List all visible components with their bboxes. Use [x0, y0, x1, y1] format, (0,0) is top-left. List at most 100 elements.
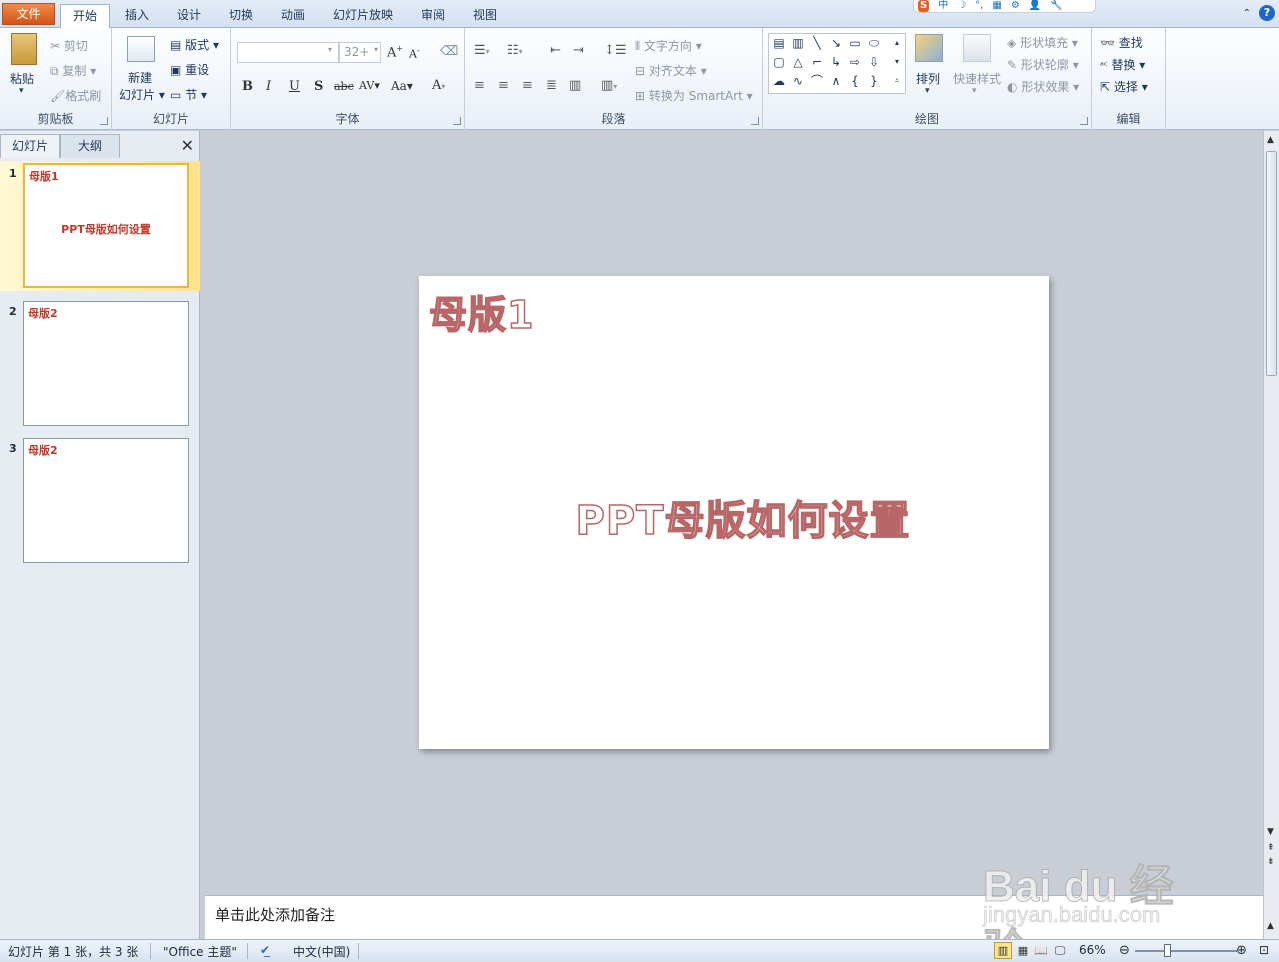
shape-fill-button[interactable]: ◈ 形状填充 ▾	[1007, 34, 1078, 51]
curve-shape-icon[interactable]: ∿	[790, 74, 806, 88]
user-icon[interactable]: 👤	[1029, 0, 1041, 12]
slide-thumbnail-2[interactable]: 2 母版2	[0, 299, 200, 429]
arrange-button[interactable]: 排列	[916, 70, 940, 87]
paste-button[interactable]: 粘贴	[10, 70, 34, 87]
shrink-font-icon[interactable]: A-	[409, 46, 420, 61]
change-case-button[interactable]: Aa▾	[391, 79, 413, 93]
thumbnail-image[interactable]: 母版1 PPT母版如何设置	[23, 163, 189, 288]
convert-smartart-button[interactable]: ⊞ 转换为 SmartArt ▾	[635, 87, 753, 104]
notes-placeholder[interactable]: 单击此处添加备注	[215, 904, 335, 925]
strikethrough-button[interactable]: abc	[334, 80, 354, 93]
elbow-arrow-shape-icon[interactable]: ↳	[828, 55, 844, 69]
elbow-connector-shape-icon[interactable]: ⌐	[809, 55, 825, 69]
language-status[interactable]: 中文(中国)	[293, 943, 350, 960]
slideshow-view-icon[interactable]: 🖵	[1051, 942, 1069, 959]
normal-view-icon[interactable]: ▥	[994, 942, 1012, 959]
textbox-shape-icon[interactable]: ▤	[771, 36, 787, 50]
rounded-rect-shape-icon[interactable]: ▢	[771, 55, 787, 69]
gallery-more-icon[interactable]: ⩡	[889, 74, 905, 88]
paste-icon[interactable]	[11, 33, 37, 65]
align-text-button[interactable]: ⊟ 对齐文本 ▾	[635, 62, 707, 79]
section-button[interactable]: ▭ 节 ▾	[170, 86, 207, 103]
tab-insert[interactable]: 插入	[116, 4, 158, 28]
theme-status[interactable]: "Office 主题"	[163, 943, 237, 960]
wrench-icon[interactable]: 🔧	[1050, 0, 1062, 12]
format-painter-button[interactable]: 🖌格式刷	[50, 87, 101, 104]
thumbnail-image[interactable]: 母版2	[23, 301, 189, 426]
slide-title[interactable]: 母版1	[428, 284, 534, 339]
grow-font-icon[interactable]: A+	[387, 44, 403, 60]
new-slide-button[interactable]: 幻灯片 ▾	[119, 86, 165, 103]
tab-review[interactable]: 审阅	[412, 4, 454, 28]
next-slide-icon[interactable]: ⇟	[1267, 857, 1275, 867]
ime-mode-icon[interactable]: 中	[938, 0, 948, 12]
notes-scroll-up-icon[interactable]: ▲	[1267, 921, 1274, 931]
select-button[interactable]: ⇱ 选择 ▾	[1100, 78, 1148, 95]
scroll-down-icon[interactable]: ▼	[1267, 827, 1274, 837]
tab-home[interactable]: 开始	[60, 4, 110, 29]
paragraph-launcher-icon[interactable]	[751, 117, 759, 125]
zoom-out-icon[interactable]: ⊖	[1119, 943, 1130, 958]
tab-file[interactable]: 文件	[2, 3, 55, 25]
freeform-shape-icon[interactable]: ☁	[771, 74, 787, 88]
reading-view-icon[interactable]: 📖	[1032, 942, 1050, 959]
current-slide[interactable]: 母版1 PPT母版如何设置	[419, 276, 1049, 749]
replace-button[interactable]: ᵃᶜ 替换 ▾	[1100, 56, 1145, 73]
shape-outline-button[interactable]: ✎ 形状轮廓 ▾	[1007, 56, 1079, 73]
find-button[interactable]: 👓 查找	[1100, 34, 1143, 51]
quick-styles-icon[interactable]	[963, 34, 991, 62]
moon-icon[interactable]: ☽	[957, 0, 966, 12]
line-shape-icon[interactable]: ╲	[809, 36, 825, 50]
zoom-level[interactable]: 66%	[1079, 943, 1106, 957]
triangle-shape-icon[interactable]: △	[790, 55, 806, 69]
right-arrow-shape-icon[interactable]: ⇨	[847, 55, 863, 69]
scroll-up-icon[interactable]: ▲	[1267, 135, 1274, 145]
new-slide-icon[interactable]	[127, 36, 155, 62]
gallery-down-icon[interactable]: ▾	[889, 55, 905, 69]
paste-dropdown-icon[interactable]: ▾	[19, 86, 24, 96]
slide-thumbnail-3[interactable]: 3 母版2	[0, 436, 200, 566]
shadow-button[interactable]: S	[314, 79, 323, 94]
align-right-icon[interactable]: ≡	[522, 78, 533, 93]
bullets-icon[interactable]: ☰▾	[474, 43, 490, 58]
arrange-icon[interactable]	[915, 34, 943, 62]
char-spacing-button[interactable]: AV▾	[359, 79, 380, 92]
quick-styles-button[interactable]: 快速样式	[953, 70, 1001, 87]
bold-button[interactable]: B	[242, 79, 253, 94]
increase-indent-icon[interactable]: ⇥	[573, 43, 584, 58]
left-brace-shape-icon[interactable]: {	[847, 74, 863, 88]
decrease-indent-icon[interactable]: ⇤	[550, 43, 561, 58]
tab-design[interactable]: 设计	[168, 4, 210, 28]
quick-styles-dropdown-icon[interactable]: ▾	[972, 86, 977, 96]
spell-check-icon[interactable]: ✔̲	[260, 943, 270, 957]
arc-shape-icon[interactable]: ⌒	[809, 74, 825, 88]
tab-view[interactable]: 视图	[464, 4, 506, 28]
slide-thumbnail-1[interactable]: 1 母版1 PPT母版如何设置	[0, 161, 200, 291]
arrange-dropdown-icon[interactable]: ▾	[925, 86, 930, 96]
justify-icon[interactable]: ≣	[546, 78, 557, 93]
align-left-icon[interactable]: ≡	[474, 78, 485, 93]
vertical-scrollbar[interactable]: ▲ ▼ ⇞ ⇟ ▲	[1263, 131, 1279, 939]
zoom-slider-knob[interactable]	[1164, 944, 1171, 957]
gallery-up-icon[interactable]: ▴	[889, 36, 905, 50]
rectangle-shape-icon[interactable]: ▭	[847, 36, 863, 50]
layout-button[interactable]: ▤ 版式 ▾	[170, 36, 219, 53]
close-icon[interactable]: ✕	[181, 136, 194, 155]
font-color-button[interactable]: A▾	[432, 78, 445, 93]
italic-button[interactable]: I	[266, 79, 271, 94]
line-spacing-icon[interactable]: ↕☰	[604, 43, 627, 58]
font-name-combo[interactable]	[237, 42, 339, 63]
punctuation-icon[interactable]: °,	[975, 0, 983, 12]
clear-format-icon[interactable]: ⌫	[440, 44, 458, 59]
right-brace-shape-icon[interactable]: }	[866, 74, 882, 88]
zoom-in-icon[interactable]: ⊕	[1236, 943, 1247, 958]
copy-button[interactable]: ⧉ 复制 ▾	[50, 62, 96, 79]
thumbnail-image[interactable]: 母版2	[23, 438, 189, 563]
keyboard-icon[interactable]: ▦	[992, 0, 1001, 12]
tab-slideshow[interactable]: 幻灯片放映	[328, 4, 398, 28]
fit-to-window-icon[interactable]: ⊡	[1259, 943, 1269, 957]
oval-shape-icon[interactable]: ⬭	[866, 36, 882, 50]
clipboard-launcher-icon[interactable]	[100, 117, 108, 125]
arrow-line-shape-icon[interactable]: ↘	[828, 36, 844, 50]
drawing-launcher-icon[interactable]	[1080, 117, 1088, 125]
